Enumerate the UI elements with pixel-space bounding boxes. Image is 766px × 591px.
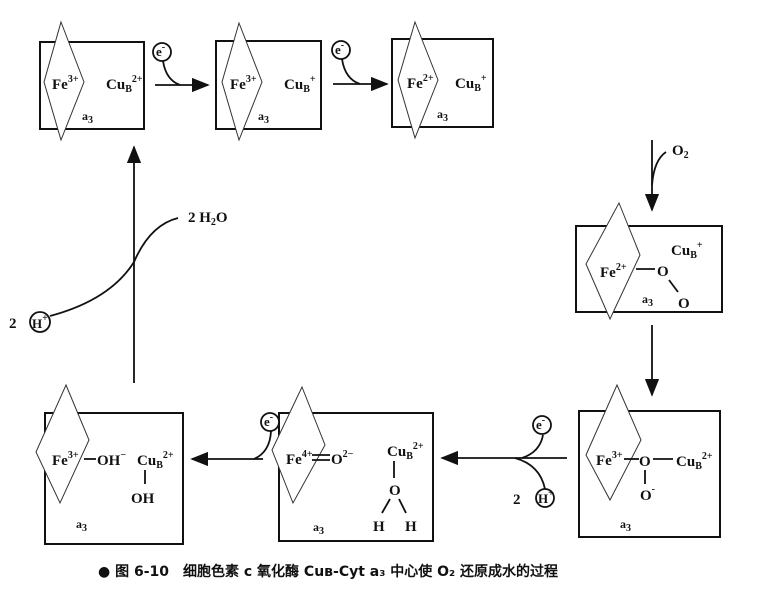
label: CuB2+ bbox=[106, 74, 143, 95]
arrow-5-to-6: e- 2 H+ bbox=[440, 415, 567, 508]
label: a3 bbox=[76, 517, 87, 534]
arrow-6-to-7: e- bbox=[190, 412, 280, 467]
state-6: Fe4+ O2− CuB2+ O H H a3 bbox=[271, 385, 434, 542]
state-2: Fe3+ CuB+ a3 bbox=[215, 21, 322, 142]
figure-caption: ● 图 6-10 细胞色素 c 氧化酶 Cuʙ-Cyt a₃ 中心使 O₂ 还原… bbox=[98, 563, 558, 580]
reaction-cycle: Fe3+ CuB2+ a3 Fe3+ CuB+ a3 Fe2+ CuB+ a3 … bbox=[9, 20, 723, 580]
state-5: Fe3+ O CuB2+ O- a3 bbox=[578, 383, 721, 538]
diagram-shape bbox=[35, 383, 90, 505]
diagram-shape bbox=[253, 430, 272, 460]
arrow-7-to-1: 2 H+ 2 H2O bbox=[9, 145, 228, 383]
label: CuB+ bbox=[671, 240, 703, 261]
label: CuB2+ bbox=[137, 450, 174, 471]
arrow-3-to-4: O2 bbox=[644, 140, 689, 212]
diagram-shape bbox=[341, 58, 361, 85]
label: a3 bbox=[313, 520, 324, 537]
label: a3 bbox=[258, 109, 269, 126]
label: O bbox=[657, 264, 669, 280]
label: O- bbox=[640, 484, 655, 504]
label: O bbox=[389, 483, 401, 499]
state-1: Fe3+ CuB2+ a3 bbox=[39, 20, 145, 142]
diagram: Fe3+ CuB2+ a3 Fe3+ CuB+ a3 Fe2+ CuB+ a3 … bbox=[0, 0, 766, 591]
label: OH bbox=[131, 491, 155, 507]
diagram-shape bbox=[521, 434, 544, 459]
diagram-shape bbox=[381, 498, 391, 514]
label: CuB2+ bbox=[676, 451, 713, 472]
label: OH− bbox=[97, 450, 126, 469]
diagram-shape bbox=[585, 383, 642, 502]
diagram-shape bbox=[398, 498, 407, 514]
diagram-shape bbox=[49, 217, 179, 317]
label: O2− bbox=[331, 449, 354, 468]
label: a3 bbox=[82, 109, 93, 126]
diagram-shape bbox=[651, 151, 667, 186]
arrow-1-to-2: e- bbox=[152, 42, 210, 93]
label: 2 bbox=[513, 492, 521, 508]
state-7: Fe3+ OH− CuB2+ OH a3 bbox=[35, 383, 184, 545]
label: a3 bbox=[642, 292, 653, 309]
label: O2 bbox=[672, 143, 689, 161]
label: a3 bbox=[437, 107, 448, 124]
arrow-2-to-3: e- bbox=[331, 40, 389, 92]
state-3: Fe2+ CuB+ a3 bbox=[391, 20, 494, 140]
label: O bbox=[639, 454, 651, 470]
label: 2 bbox=[9, 316, 17, 332]
label: CuB+ bbox=[284, 74, 316, 95]
diagram-shape bbox=[162, 60, 181, 86]
diagram-shape bbox=[514, 457, 546, 490]
label: 2 H2O bbox=[188, 210, 228, 228]
diagram-shape bbox=[585, 201, 641, 321]
label: O bbox=[678, 296, 690, 312]
label: H bbox=[405, 519, 417, 535]
diagram-shape bbox=[668, 279, 679, 293]
label: CuB+ bbox=[455, 73, 487, 94]
label: H bbox=[373, 519, 385, 535]
label: CuB2+ bbox=[387, 441, 424, 462]
label: a3 bbox=[620, 517, 631, 534]
state-4: Fe2+ O O CuB+ a3 bbox=[575, 201, 723, 321]
